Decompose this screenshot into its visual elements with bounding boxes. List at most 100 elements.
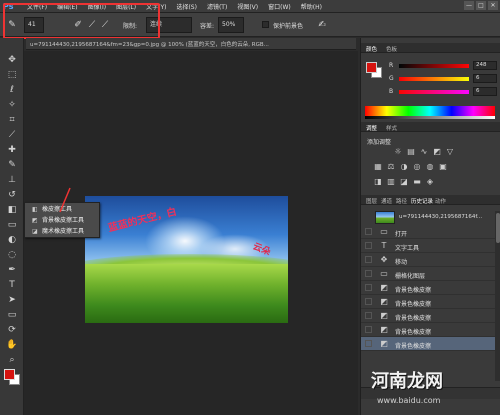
history-source-checkbox[interactable] — [365, 270, 372, 277]
adjustments-panel-tabs: 调整 样式 — [361, 122, 500, 132]
grayscale-ramp[interactable] — [365, 116, 495, 119]
vibrance-icon[interactable]: ▽ — [445, 147, 455, 157]
menu-help[interactable]: 帮助(H) — [301, 2, 322, 11]
tab-layers[interactable]: 图层 — [366, 197, 377, 205]
dodge-tool-icon[interactable]: ◌ — [5, 249, 19, 262]
color-spectrum[interactable] — [365, 106, 495, 116]
gradient-map-icon[interactable]: ▬ — [412, 177, 422, 187]
history-source-checkbox[interactable] — [365, 228, 372, 235]
history-source-checkbox[interactable] — [365, 326, 372, 333]
selective-color-icon[interactable]: ◈ — [425, 177, 435, 187]
hand-tool-icon[interactable]: ✋ — [5, 339, 19, 352]
history-source-checkbox[interactable] — [365, 298, 372, 305]
close-button[interactable]: ✕ — [488, 1, 498, 10]
open-icon: ▭ — [380, 227, 388, 236]
history-scrollbar-thumb[interactable] — [496, 213, 500, 243]
lasso-tool-icon[interactable]: ℓ — [5, 84, 19, 97]
history-source-checkbox[interactable] — [365, 312, 372, 319]
protect-foreground-label: 保护前景色 — [273, 23, 304, 30]
eyedropper-tool-icon[interactable]: ⟋ — [5, 129, 19, 142]
panel-foreground-swatch[interactable] — [366, 62, 377, 73]
history-source-checkbox[interactable] — [365, 284, 372, 291]
exposure-icon[interactable]: ◩ — [432, 147, 442, 157]
menu-view[interactable]: 视图(V) — [237, 2, 258, 11]
tablet-pressure-icon[interactable]: ✍ — [316, 19, 328, 31]
crop-tool-icon[interactable]: ⌗ — [5, 114, 19, 127]
red-slider[interactable] — [399, 64, 469, 68]
shape-tool-icon[interactable]: ▭ — [5, 309, 19, 322]
menu-window[interactable]: 窗口(W) — [268, 2, 291, 11]
invert-icon[interactable]: ◨ — [373, 177, 383, 187]
history-row[interactable]: ▭ 栅格化图层 — [361, 267, 495, 281]
blue-value-input[interactable]: 6 — [473, 87, 497, 96]
threshold-icon[interactable]: ◪ — [399, 177, 409, 187]
tolerance-input[interactable]: 50% — [218, 17, 244, 33]
healing-brush-tool-icon[interactable]: ✚ — [5, 144, 19, 157]
brush-tool-icon[interactable]: ✎ — [5, 159, 19, 172]
document-image[interactable]: 蓝蓝的天空，白 云朵 — [85, 196, 288, 323]
zoom-tool-icon[interactable]: ⌕ — [5, 354, 19, 367]
clone-stamp-tool-icon[interactable]: ⊥ — [5, 174, 19, 187]
history-row[interactable]: ◩ 背景色橡皮擦 — [361, 323, 495, 337]
history-snapshot-title: u=791144430,2195687164f... — [399, 214, 483, 220]
history-row-selected[interactable]: ◩ 背景色橡皮擦 — [361, 337, 495, 351]
maximize-button[interactable]: □ — [476, 1, 486, 10]
eraser-tool-flyout: ◧ 橡皮擦工具 ◩ 背景橡皮擦工具 ◪ 魔术橡皮擦工具 — [24, 202, 100, 238]
minimize-button[interactable]: — — [464, 1, 474, 10]
history-row[interactable]: ▭ 打开 — [361, 225, 495, 239]
3d-rotate-tool-icon[interactable]: ⟳ — [5, 324, 19, 337]
eraser-icon: ◧ — [32, 206, 38, 213]
history-row[interactable]: ◩ 背景色橡皮擦 — [361, 309, 495, 323]
gradient-tool-icon[interactable]: ▭ — [5, 219, 19, 232]
blue-slider[interactable] — [399, 90, 469, 94]
menu-filter[interactable]: 滤镜(T) — [207, 2, 227, 11]
marquee-tool-icon[interactable]: ⬚ — [5, 69, 19, 82]
levels-icon[interactable]: ▤ — [406, 147, 416, 157]
type-tool-icon[interactable]: T — [5, 279, 19, 292]
flyout-item-background-eraser[interactable]: ◩ 背景橡皮擦工具 — [25, 215, 101, 226]
green-value-input[interactable]: 6 — [473, 74, 497, 83]
history-row-label: 文字工具 — [395, 245, 420, 252]
tab-actions[interactable]: 动作 — [435, 197, 446, 205]
move-tool-icon[interactable]: ✥ — [5, 54, 19, 67]
tab-styles[interactable]: 样式 — [386, 124, 397, 132]
eraser-tool-icon[interactable]: ◧ — [5, 204, 19, 217]
history-snapshot-thumbnail[interactable] — [375, 211, 395, 224]
tab-paths[interactable]: 路径 — [396, 197, 407, 205]
quick-select-tool-icon[interactable]: ✧ — [5, 99, 19, 112]
pen-tool-icon[interactable]: ✒ — [5, 264, 19, 277]
flyout-item-eraser[interactable]: ◧ 橡皮擦工具 — [25, 204, 101, 215]
tab-color[interactable]: 颜色 — [366, 45, 377, 53]
red-value-input[interactable]: 248 — [473, 61, 497, 70]
history-source-checkbox[interactable] — [365, 340, 372, 347]
black-white-icon[interactable]: ◑ — [399, 162, 409, 172]
hue-saturation-icon[interactable]: ▦ — [373, 162, 383, 172]
history-row[interactable]: ◩ 背景色橡皮擦 — [361, 295, 495, 309]
flyout-item-magic-eraser[interactable]: ◪ 魔术橡皮擦工具 — [25, 226, 101, 237]
protect-foreground-checkbox[interactable] — [262, 21, 269, 28]
history-source-checkbox[interactable] — [365, 242, 372, 249]
history-source-checkbox[interactable] — [365, 256, 372, 263]
brightness-icon[interactable]: ☼ — [393, 147, 403, 157]
tab-swatches[interactable]: 色板 — [386, 45, 397, 53]
green-slider[interactable] — [399, 77, 469, 81]
history-row[interactable]: ◩ 背景色橡皮擦 — [361, 281, 495, 295]
foreground-color-swatch[interactable] — [4, 369, 15, 380]
color-balance-icon[interactable]: ⚖ — [386, 162, 396, 172]
tab-channels[interactable]: 通道 — [381, 197, 392, 205]
color-lookup-icon[interactable]: ▣ — [438, 162, 448, 172]
blur-tool-icon[interactable]: ◐ — [5, 234, 19, 247]
tab-adjustments[interactable]: 调整 — [366, 124, 377, 132]
tab-history[interactable]: 历史记录 — [411, 197, 433, 205]
history-brush-tool-icon[interactable]: ↺ — [5, 189, 19, 202]
photo-filter-icon[interactable]: ◎ — [412, 162, 422, 172]
document-tab[interactable]: u=791144430,2195687164&fm=23&gp=0.jpg @ … — [26, 38, 356, 50]
menu-select[interactable]: 选择(S) — [176, 2, 197, 11]
history-row-label: 打开 — [395, 231, 408, 238]
curves-icon[interactable]: ∿ — [419, 147, 429, 157]
history-row[interactable]: ✥ 移动 — [361, 253, 495, 267]
path-select-tool-icon[interactable]: ➤ — [5, 294, 19, 307]
posterize-icon[interactable]: ▥ — [386, 177, 396, 187]
channel-mixer-icon[interactable]: ◍ — [425, 162, 435, 172]
history-row[interactable]: T 文字工具 — [361, 239, 495, 253]
